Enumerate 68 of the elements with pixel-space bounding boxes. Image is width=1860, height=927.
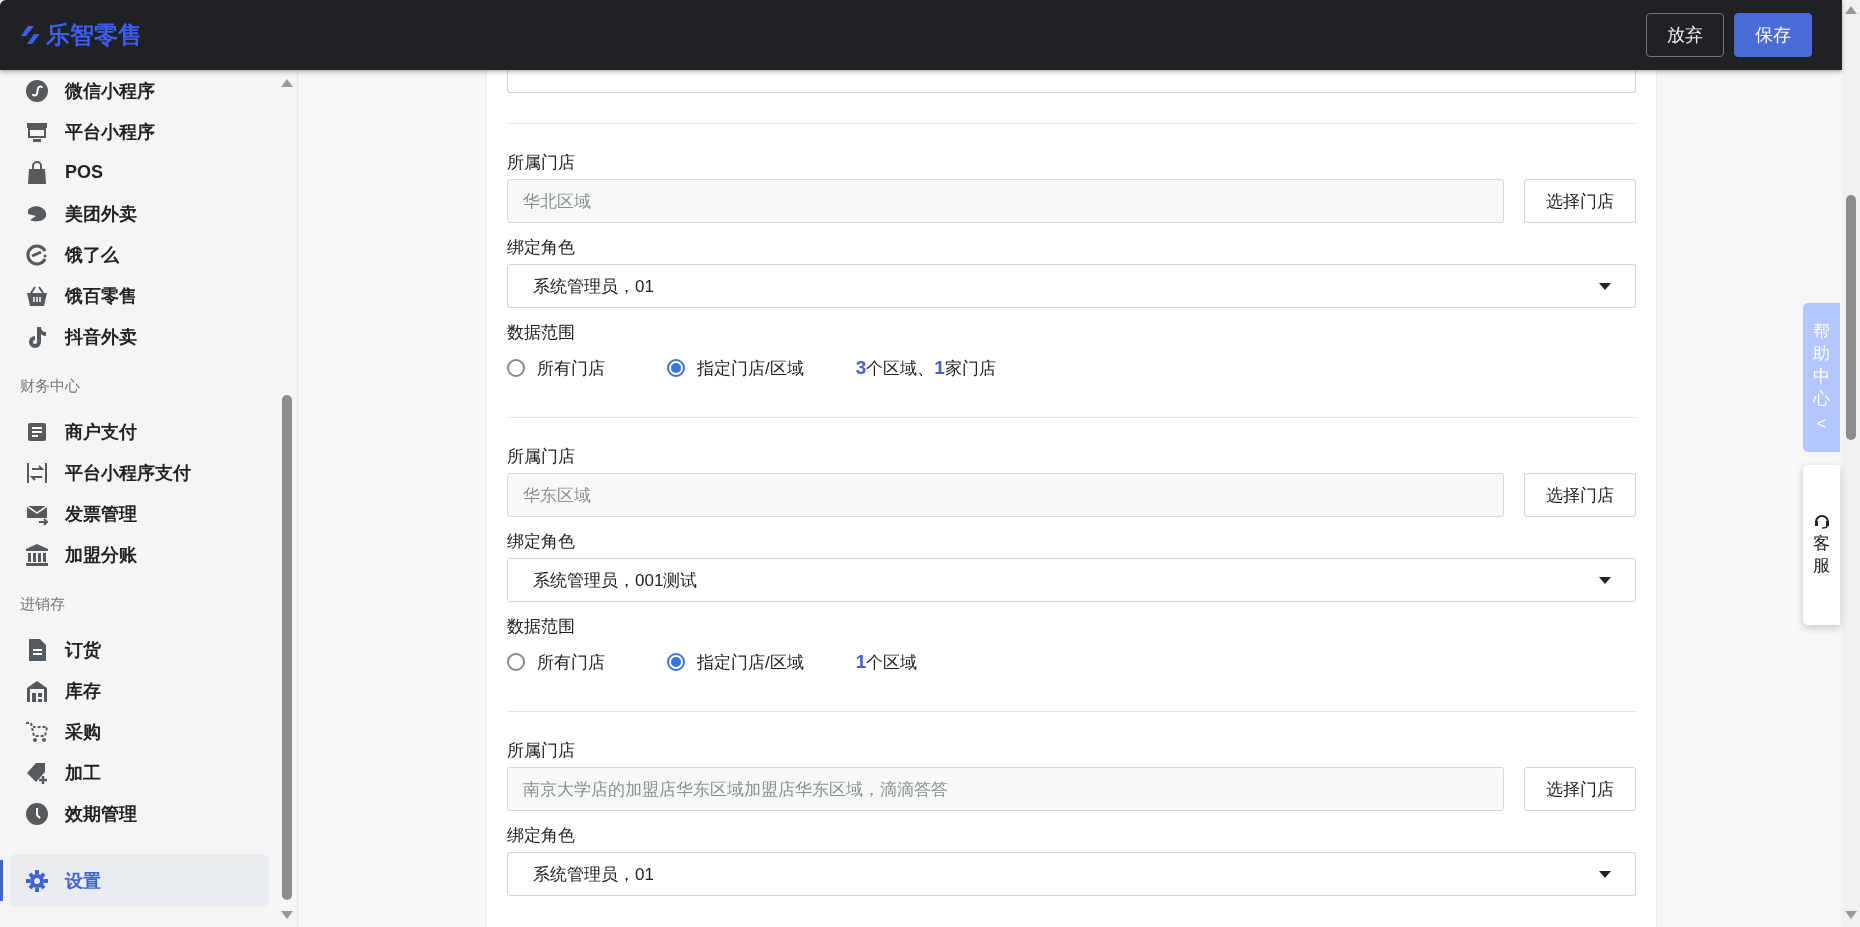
select-store-button[interactable]: 选择门店 [1524, 767, 1636, 811]
sidebar-section-title: 进销存 [19, 595, 66, 614]
sidebar-section-title: 财务中心 [19, 377, 81, 396]
discard-button[interactable]: 放弃 [1646, 13, 1724, 57]
sidebar-item[interactable]: 微信小程序 [0, 70, 279, 111]
caret-icon [1599, 282, 1611, 290]
scope-summary: 1个区域 [855, 650, 918, 674]
role-select[interactable]: 系统管理员，001测试 [507, 558, 1636, 602]
scope-summary: 3个区域、1家门店 [855, 356, 996, 380]
letter-e-icon [25, 242, 49, 267]
warehouse-icon [25, 678, 49, 703]
settings-icon [25, 868, 49, 893]
sidebar-item[interactable]: POS [0, 152, 279, 193]
scroll-up-icon[interactable] [1845, 6, 1857, 14]
sidebar-item[interactable]: 发票管理 [0, 493, 279, 534]
radio-option[interactable]: 指定门店/区域 [667, 356, 804, 380]
field-label: 数据范围 [507, 322, 576, 344]
field-label: 绑定角色 [507, 825, 576, 847]
field-label: 数据范围 [507, 616, 576, 638]
scroll-up-icon[interactable] [281, 79, 293, 87]
sidebar-item[interactable]: 饿了么 [0, 234, 279, 275]
caret-icon [1599, 576, 1611, 584]
sidebar-item[interactable]: 商户支付 [0, 411, 279, 452]
sidebar-item[interactable]: 效期管理 [0, 793, 279, 834]
swap-arrows-icon [25, 460, 49, 485]
sidebar-item[interactable]: 美团外卖 [0, 193, 279, 234]
field-label: 绑定角色 [507, 237, 576, 259]
sidebar-item[interactable]: 加工 [0, 752, 279, 793]
scrollbar-thumb[interactable] [282, 395, 292, 900]
save-button[interactable]: 保存 [1734, 13, 1812, 57]
sidebar-item[interactable]: 采购 [0, 711, 279, 752]
radio-button[interactable] [667, 653, 685, 671]
caret-icon [1599, 870, 1611, 878]
role-select[interactable]: 系统管理员，01 [507, 852, 1636, 896]
sidebar-item[interactable]: 平台小程序 [0, 111, 279, 152]
tag-plus-icon [25, 760, 49, 785]
link-circle-icon [25, 78, 49, 103]
field-label: 所属门店 [507, 446, 576, 468]
radio-option[interactable]: 所有门店 [507, 650, 605, 674]
radio-button[interactable] [667, 359, 685, 377]
sidebar-item[interactable]: 抖音外卖 [0, 316, 279, 357]
scroll-down-icon[interactable] [281, 911, 293, 919]
field-label: 所属门店 [507, 152, 576, 174]
field-label: 绑定角色 [507, 531, 576, 553]
scrollbar-thumb[interactable] [1846, 195, 1856, 440]
role-select[interactable] [507, 70, 1636, 93]
bank-icon [25, 542, 49, 567]
sidebar-item[interactable]: 订货 [0, 629, 279, 670]
radio-button[interactable] [507, 653, 525, 671]
logo-text: 乐智零售 [46, 20, 142, 50]
headset-icon [1813, 512, 1830, 529]
field-label: 所属门店 [507, 740, 576, 762]
radio-button[interactable] [507, 359, 525, 377]
sidebar-item[interactable]: 加盟分账 [0, 534, 279, 575]
shopping-bag-icon [25, 160, 49, 185]
role-select[interactable]: 系统管理员，01 [507, 264, 1636, 308]
select-store-button[interactable]: 选择门店 [1524, 179, 1636, 223]
cart-icon [25, 719, 49, 744]
radio-option[interactable]: 指定门店/区域 [667, 650, 804, 674]
sidebar-item[interactable]: 库存 [0, 670, 279, 711]
customer-service-tab[interactable]: 客服 [1803, 465, 1840, 625]
sidebar-item[interactable]: 平台小程序支付 [0, 452, 279, 493]
logo-icon [20, 24, 42, 46]
scroll-down-icon[interactable] [1845, 911, 1857, 919]
sidebar-item[interactable]: 饿百零售 [0, 275, 279, 316]
clock-icon [25, 801, 49, 826]
select-store-button[interactable]: 选择门店 [1524, 473, 1636, 517]
radio-option[interactable]: 所有门店 [507, 356, 605, 380]
